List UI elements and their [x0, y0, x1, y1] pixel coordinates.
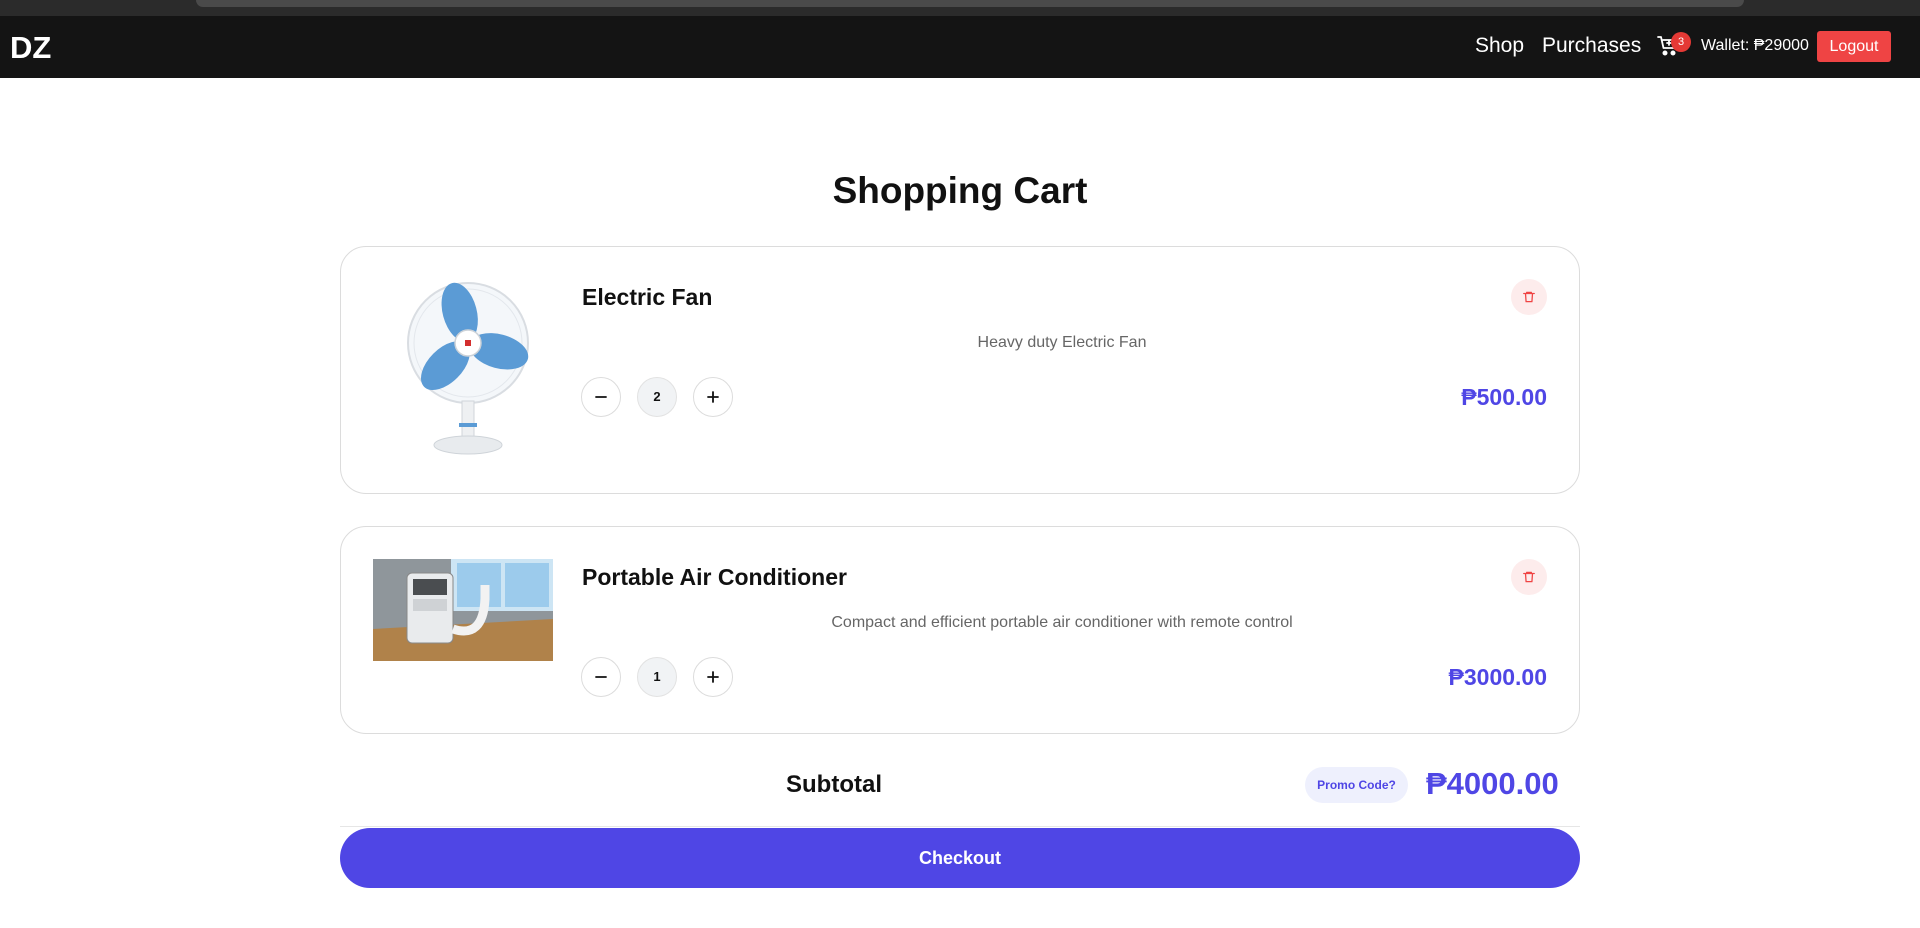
trash-icon [1523, 571, 1535, 583]
electric-fan-image [407, 282, 529, 455]
trash-icon [1523, 291, 1535, 303]
top-navbar: DZ Shop Purchases 3 Wallet: ₱29000 Logou… [0, 16, 1920, 78]
browser-address-bar [196, 0, 1744, 7]
product-name: Portable Air Conditioner [582, 564, 847, 590]
remove-item-button[interactable] [1511, 559, 1547, 595]
quantity-value: 1 [637, 657, 677, 697]
subtotal-label: Subtotal [786, 771, 882, 798]
product-name: Electric Fan [582, 284, 713, 310]
cart-count-badge: 3 [1671, 32, 1691, 52]
decrease-quantity-button[interactable] [581, 657, 621, 697]
page-title: Shopping Cart [832, 170, 1088, 211]
cart-item: Electric Fan Heavy duty Electric Fan 2 ₱… [340, 246, 1580, 494]
browser-top-strip [0, 0, 1920, 16]
promo-code-button[interactable]: Promo Code? [1305, 767, 1408, 803]
decrease-quantity-button[interactable] [581, 377, 621, 417]
portable-air-conditioner-image [373, 559, 553, 661]
increase-quantity-button[interactable] [693, 377, 733, 417]
nav-link-shop[interactable]: Shop [1475, 34, 1524, 58]
product-description: Heavy duty Electric Fan [977, 334, 1147, 351]
minus-icon [595, 676, 607, 678]
logo[interactable]: DZ [10, 30, 51, 66]
increase-quantity-button[interactable] [693, 657, 733, 697]
plus-icon [707, 391, 719, 403]
subtotal-value: ₱4000.00 [1426, 766, 1559, 801]
item-price: ₱500.00 [1461, 384, 1547, 410]
quantity-value: 2 [637, 377, 677, 417]
divider [340, 826, 1580, 827]
checkout-button[interactable]: Checkout [340, 828, 1580, 888]
plus-icon [707, 671, 719, 683]
product-description: Compact and efficient portable air condi… [831, 614, 1293, 631]
minus-icon [595, 396, 607, 398]
cart-item: Portable Air Conditioner Compact and eff… [340, 526, 1580, 734]
logout-button[interactable]: Logout [1817, 31, 1891, 62]
item-price: ₱3000.00 [1448, 664, 1547, 690]
wallet-balance: Wallet: ₱29000 [1701, 37, 1809, 54]
nav-link-purchases[interactable]: Purchases [1542, 34, 1641, 58]
remove-item-button[interactable] [1511, 279, 1547, 315]
